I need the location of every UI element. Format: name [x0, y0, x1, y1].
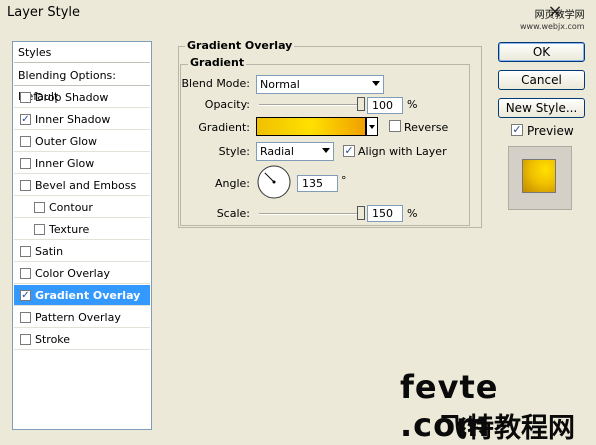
angle-input[interactable]: 135 — [297, 175, 338, 192]
gradient-overlay-title: Gradient Overlay — [185, 39, 295, 52]
style-item-texture[interactable]: Texture — [14, 219, 150, 240]
blend-mode-value: Normal — [260, 78, 300, 91]
scale-percent: % — [407, 207, 418, 220]
style-item-gradient-overlay[interactable]: ✓ Gradient Overlay — [14, 285, 150, 306]
close-button[interactable]: × — [544, 2, 566, 22]
style-item-label: Contour — [49, 201, 93, 214]
angle-value: 135 — [302, 177, 323, 190]
watermark-bottom-line2: 飞特教程网 — [440, 413, 575, 444]
gradient-dropdown[interactable] — [366, 117, 378, 136]
align-with-layer-label: Align with Layer — [358, 145, 447, 158]
scale-value: 150 — [372, 207, 393, 220]
style-item-label: Bevel and Emboss — [35, 179, 137, 192]
style-item-outer-glow[interactable]: Outer Glow — [14, 131, 150, 152]
scale-slider-thumb[interactable] — [357, 206, 365, 220]
ok-button[interactable]: OK — [498, 42, 585, 62]
opacity-value: 100 — [372, 99, 393, 112]
blend-mode-select[interactable]: Normal — [256, 75, 384, 94]
checkmark-icon: ✓ — [344, 144, 354, 157]
close-icon: × — [547, 1, 563, 22]
chevron-down-icon — [372, 81, 380, 86]
preview-label: Preview — [527, 124, 574, 138]
style-item-inner-glow[interactable]: Inner Glow — [14, 153, 150, 174]
chevron-down-icon — [322, 148, 330, 153]
style-label: Style: — [218, 145, 250, 158]
style-item-stroke[interactable]: Stroke — [14, 329, 150, 350]
style-item-label: Inner Glow — [35, 157, 95, 170]
style-item-inner-shadow[interactable]: ✓ Inner Shadow — [14, 109, 150, 130]
style-item-checkbox[interactable] — [20, 268, 31, 279]
scale-label: Scale: — [216, 207, 250, 220]
style-item-label: Inner Shadow — [35, 113, 111, 126]
checkmark-icon: ✓ — [512, 123, 522, 136]
style-item-pattern-overlay[interactable]: Pattern Overlay — [14, 307, 150, 328]
style-select[interactable]: Radial — [256, 142, 334, 161]
style-item-label: Texture — [49, 223, 90, 236]
angle-unit: ° — [341, 174, 347, 187]
opacity-input[interactable]: 100 — [367, 97, 403, 114]
style-item-satin[interactable]: Satin — [14, 241, 150, 262]
style-item-checkbox[interactable] — [20, 246, 31, 257]
blend-mode-label: Blend Mode: — [181, 77, 251, 90]
style-item-checkbox[interactable] — [20, 136, 31, 147]
styles-header-label: Styles — [18, 46, 52, 59]
style-item-checkbox[interactable] — [20, 92, 31, 103]
opacity-percent: % — [407, 98, 418, 111]
style-item-label: Drop Shadow — [35, 91, 109, 104]
preview-swatch — [522, 159, 556, 193]
blending-options[interactable]: Blending Options: Default — [14, 65, 150, 103]
style-item-label: Stroke — [35, 333, 71, 346]
scale-input[interactable]: 150 — [367, 205, 403, 222]
opacity-slider-thumb[interactable] — [357, 97, 365, 111]
styles-list: Styles Blending Options: Default Drop Sh… — [12, 41, 152, 430]
chevron-down-icon — [369, 125, 375, 129]
cancel-button[interactable]: Cancel — [498, 70, 585, 90]
gradient-swatch[interactable] — [256, 117, 366, 136]
style-item-checkbox[interactable]: ✓ — [20, 290, 31, 301]
style-item-checkbox[interactable] — [20, 312, 31, 323]
style-item-label: Outer Glow — [35, 135, 98, 148]
style-value: Radial — [260, 145, 294, 158]
style-item-label: Satin — [35, 245, 64, 258]
opacity-slider-track[interactable] — [259, 104, 362, 106]
gradient-section-title: Gradient — [188, 56, 247, 69]
style-item-checkbox[interactable]: ✓ — [20, 114, 31, 125]
scale-slider-track[interactable] — [259, 213, 362, 215]
title-bar — [0, 0, 596, 26]
opacity-label: Opacity: — [204, 98, 250, 111]
watermark-top-line2: www.webjx.com — [520, 22, 585, 31]
reverse-checkbox[interactable] — [389, 120, 401, 132]
gradient-label: Gradient: — [198, 121, 250, 134]
new-style-button[interactable]: New Style... — [498, 98, 585, 118]
style-item-label: Gradient Overlay — [35, 289, 141, 302]
styles-header[interactable]: Styles — [14, 42, 150, 63]
style-item-drop-shadow[interactable]: Drop Shadow — [14, 87, 150, 108]
angle-label: Angle: — [214, 177, 250, 190]
style-item-bevel-and-emboss[interactable]: Bevel and Emboss — [14, 175, 150, 196]
reverse-label: Reverse — [404, 121, 449, 134]
preview-checkbox[interactable]: ✓ — [511, 124, 523, 136]
angle-dial-icon[interactable] — [256, 164, 292, 200]
align-with-layer-checkbox[interactable]: ✓ — [343, 145, 355, 157]
style-item-checkbox[interactable] — [20, 158, 31, 169]
style-item-checkbox[interactable] — [34, 224, 45, 235]
style-item-checkbox[interactable] — [20, 334, 31, 345]
window-title: Layer Style — [7, 5, 81, 20]
style-item-checkbox[interactable] — [20, 180, 31, 191]
style-item-color-overlay[interactable]: Color Overlay — [14, 263, 150, 284]
style-item-contour[interactable]: Contour — [14, 197, 150, 218]
style-item-checkbox[interactable] — [34, 202, 45, 213]
style-item-label: Pattern Overlay — [35, 311, 121, 324]
style-item-label: Color Overlay — [35, 267, 110, 280]
